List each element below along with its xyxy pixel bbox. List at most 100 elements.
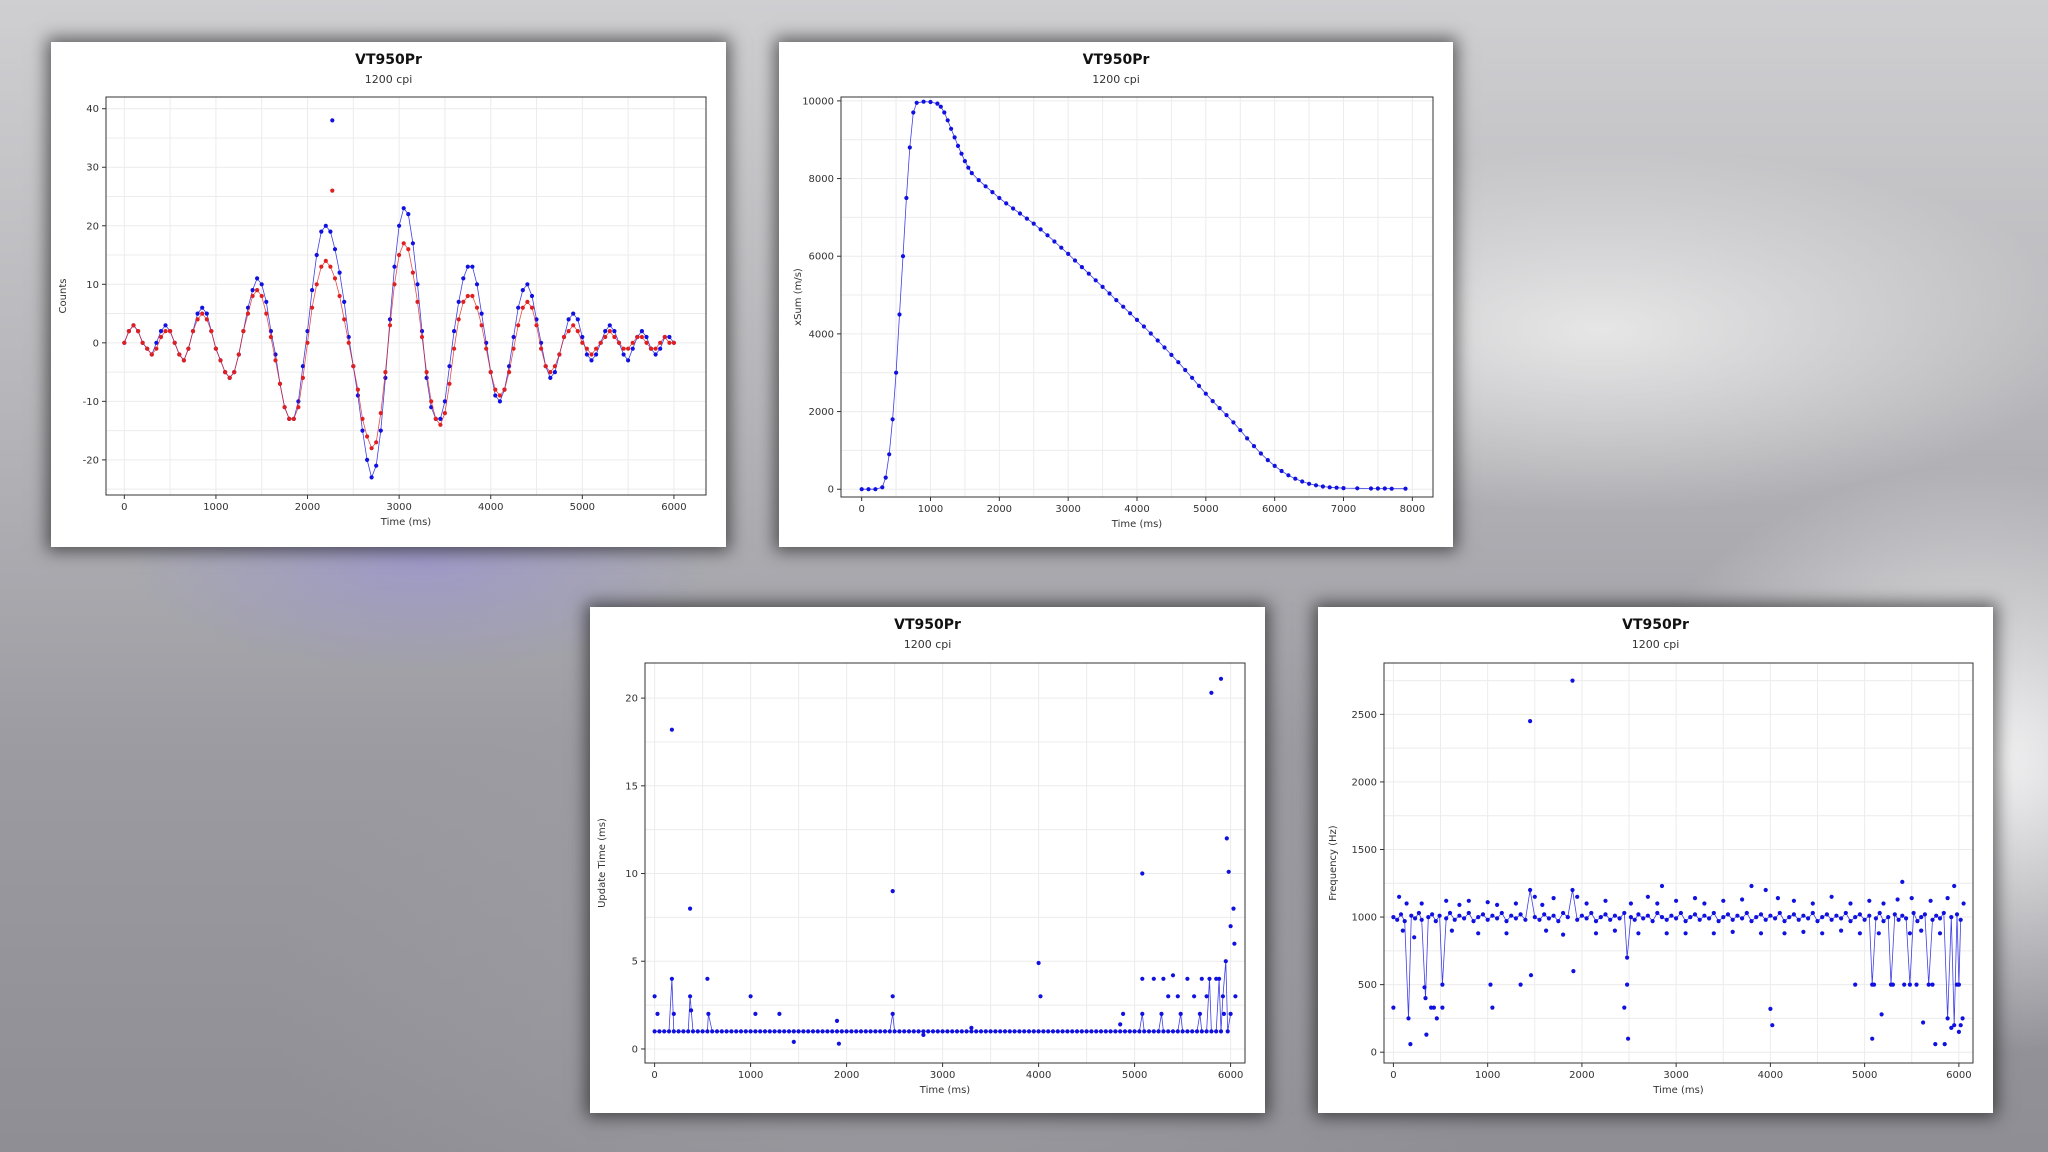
data-point	[1052, 239, 1057, 244]
data-point	[342, 317, 347, 322]
data-point	[1877, 910, 1882, 916]
data-point	[705, 1029, 710, 1034]
data-point	[1870, 1036, 1875, 1041]
data-point	[1692, 912, 1698, 917]
data-point	[346, 340, 351, 345]
data-point	[323, 258, 328, 263]
data-point	[1561, 932, 1566, 937]
data-point	[250, 293, 255, 299]
data-point	[887, 1029, 892, 1034]
data-point	[1839, 928, 1844, 933]
data-point	[1238, 428, 1243, 433]
data-point	[1949, 1025, 1954, 1030]
y-axis-label: Counts	[58, 279, 69, 314]
data-point	[1504, 919, 1509, 924]
data-point	[1217, 406, 1222, 411]
y-tick-label: 10	[625, 869, 638, 880]
data-point	[255, 276, 260, 281]
data-point	[401, 241, 406, 246]
y-tick-label: 10	[86, 280, 99, 291]
data-point	[511, 346, 516, 351]
data-point	[621, 352, 626, 357]
data-point	[1228, 924, 1233, 929]
data-point	[949, 126, 954, 131]
data-point	[873, 487, 878, 492]
data-point	[598, 340, 603, 345]
data-point	[959, 151, 964, 156]
data-point	[520, 305, 525, 310]
data-point	[131, 323, 136, 328]
data-point	[1258, 451, 1263, 456]
series-1	[652, 676, 1238, 1046]
data-point	[1628, 915, 1633, 920]
data-point	[748, 994, 753, 999]
data-point	[911, 1029, 916, 1034]
data-point	[1625, 955, 1630, 960]
data-point	[594, 352, 599, 357]
data-point	[955, 143, 961, 148]
data-point	[662, 334, 667, 340]
data-point	[314, 252, 319, 258]
data-point	[890, 1011, 895, 1016]
data-point	[962, 159, 967, 164]
data-point	[493, 393, 498, 398]
data-point	[1603, 912, 1608, 917]
data-point	[1313, 483, 1319, 488]
data-point	[1375, 486, 1380, 491]
data-point	[1192, 994, 1197, 999]
data-point	[801, 1029, 806, 1034]
data-point	[669, 727, 674, 732]
data-point	[415, 282, 420, 287]
data-point	[1896, 917, 1901, 922]
data-point	[1565, 915, 1570, 920]
data-point	[387, 323, 393, 328]
data-point	[310, 288, 315, 293]
data-point	[497, 393, 502, 398]
data-point	[653, 346, 658, 351]
data-point	[1770, 1023, 1775, 1028]
data-point	[1107, 291, 1112, 296]
data-point	[1867, 913, 1872, 918]
data-point	[834, 1018, 840, 1023]
data-point	[1763, 917, 1768, 922]
data-point	[639, 329, 645, 334]
data-point	[438, 422, 443, 427]
data-point	[1140, 871, 1145, 876]
data-point	[834, 1029, 840, 1034]
data-point	[1017, 211, 1023, 216]
y-tick-label: 2500	[1352, 710, 1377, 721]
y-axis-label: Frequency (Hz)	[1328, 825, 1339, 901]
data-point	[561, 334, 567, 340]
data-point	[1419, 901, 1424, 906]
data-point	[1768, 913, 1773, 918]
data-point	[1437, 913, 1442, 918]
x-tick-label: 6000	[1218, 1070, 1243, 1081]
chart-xsum: 0 1000 2000 3000 4000 5000 6000 7000 8000 0 2000 40…	[793, 96, 1434, 530]
x-tick-label: 1000	[918, 504, 943, 515]
data-point	[383, 375, 388, 380]
data-point	[1702, 913, 1707, 918]
data-point	[890, 994, 895, 999]
data-point	[976, 178, 981, 183]
data-point	[688, 994, 693, 999]
data-point	[921, 1032, 926, 1037]
data-point	[945, 1029, 950, 1034]
data-point	[1140, 976, 1145, 981]
data-point	[1203, 391, 1208, 396]
y-axis-label: Update Time (ms)	[597, 818, 608, 908]
data-point	[1218, 1029, 1224, 1034]
data-point	[607, 323, 612, 328]
data-point	[474, 282, 480, 287]
data-point	[584, 346, 590, 351]
data-point	[1065, 1029, 1070, 1034]
data-point	[589, 352, 594, 357]
data-point	[1036, 1029, 1041, 1034]
data-point	[1937, 931, 1943, 936]
data-point	[1408, 1042, 1413, 1047]
data-point	[433, 416, 438, 421]
data-point	[907, 145, 912, 150]
data-point	[1412, 935, 1417, 940]
data-point	[844, 1029, 849, 1034]
data-point	[493, 387, 498, 392]
data-point	[1907, 931, 1912, 936]
